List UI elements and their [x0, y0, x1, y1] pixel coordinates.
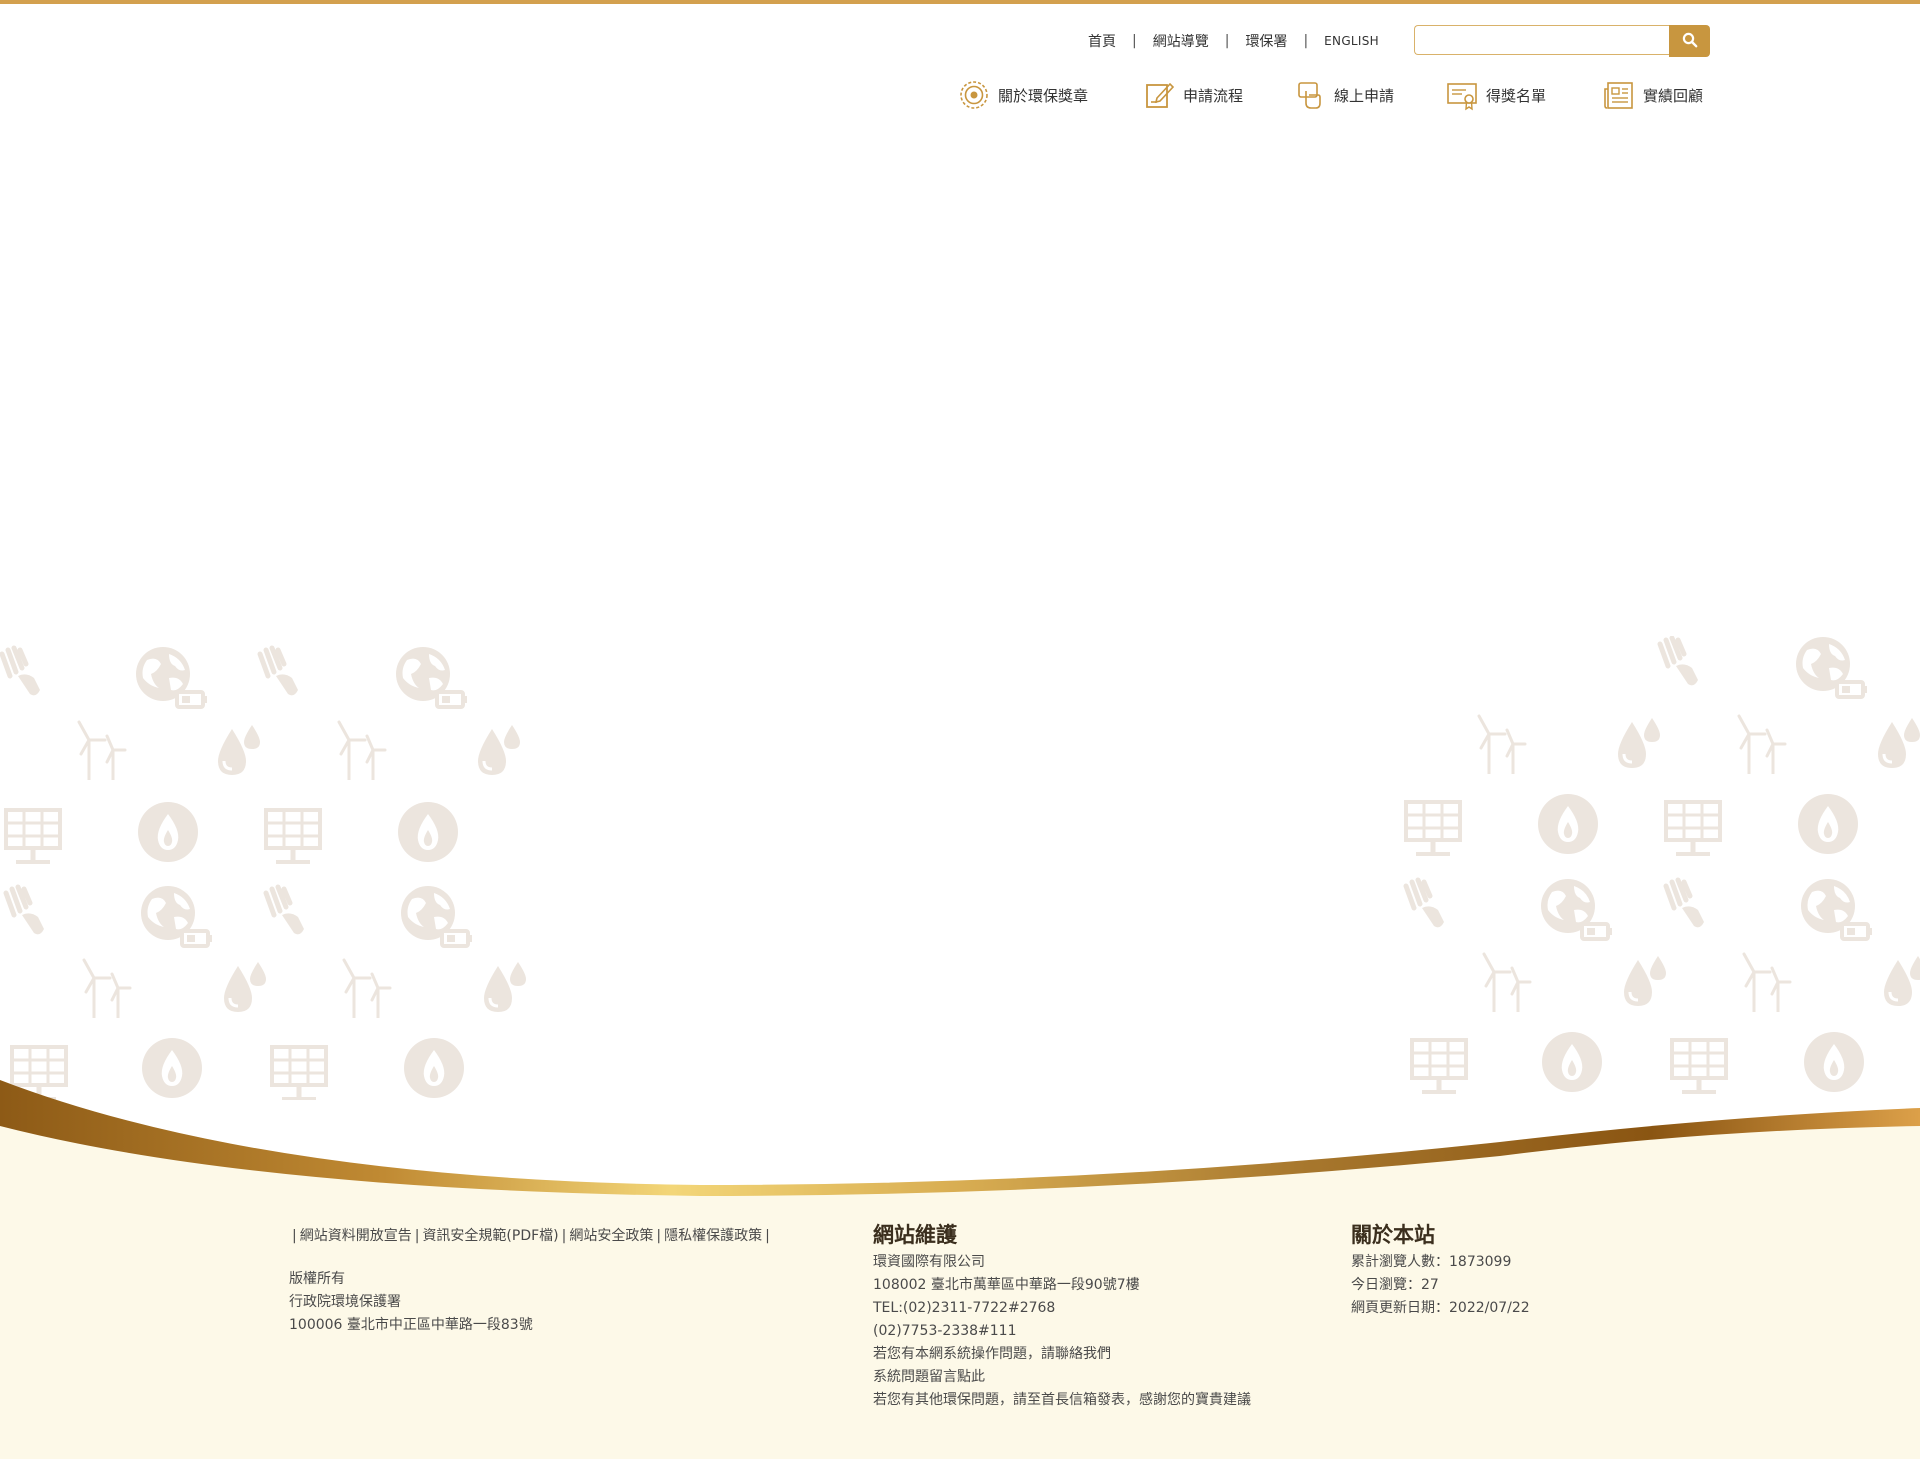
about-title: 關於本站 — [1351, 1223, 1435, 1247]
hand-touch-icon — [1294, 79, 1326, 111]
sitemap-link[interactable]: 網站導覽 — [1153, 31, 1209, 51]
contact-note: 若您有本網系統操作問題，請聯絡我們 — [873, 1346, 1111, 1362]
home-link[interactable]: 首頁 — [1088, 31, 1116, 51]
footer-policies: | 網站資料開放宣告 | 資訊安全規範(PDF檔) | 網站安全政策 | 隱私權保護政策 | 版… — [289, 1225, 809, 1337]
nav-label: 得獎名單 — [1486, 86, 1547, 105]
policy-links: | 網站資料開放宣告 | 資訊安全規範(PDF檔) | 網站安全政策 | 隱私權保護政策 | — [289, 1225, 809, 1248]
search-icon — [1682, 32, 1698, 51]
maintenance-address: 108002 臺北市萬華區中華路一段90號7樓 — [873, 1277, 1140, 1293]
utility-links: 首頁 | 網站導覽 | 環保署 | ENGLISH — [1088, 30, 1379, 52]
maintenance-title: 網站維護 — [873, 1223, 957, 1247]
maintenance-tel-2: (02)7753-2338#111 — [873, 1323, 1017, 1339]
gold-wave-divider — [0, 1060, 1920, 1200]
nav-label: 實績回顧 — [1643, 86, 1704, 105]
edit-document-icon — [1143, 79, 1175, 111]
nav-label: 線上申請 — [1334, 86, 1395, 105]
search-input[interactable] — [1414, 25, 1670, 55]
copyright-label: 版權所有 — [289, 1271, 345, 1287]
eco-pattern-left — [0, 640, 560, 1100]
divider: | — [1224, 33, 1230, 49]
divider: | — [1303, 33, 1309, 49]
open-data-link[interactable]: 網站資料開放宣告 — [300, 1228, 412, 1244]
nav-label: 關於環保獎章 — [998, 86, 1089, 105]
nav-winners-list[interactable]: 得獎名單 — [1446, 78, 1546, 112]
divider: | — [656, 1228, 662, 1244]
maintenance-company: 環資國際有限公司 — [873, 1254, 985, 1270]
certificate-icon — [1446, 79, 1478, 111]
footer-maintenance: 網站維護 環資國際有限公司 108002 臺北市萬華區中華路一段90號7樓 TE… — [873, 1221, 1313, 1412]
divider: | — [414, 1228, 420, 1244]
top-accent-bar — [0, 0, 1920, 4]
last-updated: 網頁更新日期：2022/07/22 — [1351, 1300, 1530, 1316]
divider: | — [1132, 33, 1137, 49]
privacy-policy-link[interactable]: 隱私權保護政策 — [664, 1228, 762, 1244]
medal-icon — [958, 79, 990, 111]
agency-address: 100006 臺北市中正區中華路一段83號 — [289, 1317, 533, 1333]
infosec-rules-link[interactable]: 資訊安全規範(PDF檔) — [422, 1228, 558, 1244]
mailbox-note: 若您有其他環保問題，請至首長信箱發表，感謝您的寶貴建議 — [873, 1392, 1251, 1408]
maintenance-tel: TEL:(02)2311-7722#2768 — [873, 1300, 1056, 1316]
epa-link[interactable]: 環保署 — [1245, 31, 1287, 51]
search-button[interactable] — [1669, 25, 1710, 57]
divider: | — [292, 1228, 297, 1244]
nav-application-process[interactable]: 申請流程 — [1143, 78, 1243, 112]
nav-about-award[interactable]: 關於環保獎章 — [958, 78, 1088, 112]
message-link[interactable]: 系統問題留言點此 — [873, 1366, 1313, 1389]
total-visitors: 累計瀏覽人數：1873099 — [1351, 1254, 1512, 1270]
nav-online-application[interactable]: 線上申請 — [1294, 78, 1394, 112]
eco-pattern-right — [1400, 636, 1920, 1096]
footer-about: 關於本站 累計瀏覽人數：1873099 今日瀏覽：27 網頁更新日期：2022/… — [1351, 1221, 1651, 1320]
divider: | — [765, 1228, 770, 1244]
nav-achievements-review[interactable]: 實績回顧 — [1603, 78, 1703, 112]
english-link[interactable]: ENGLISH — [1324, 34, 1379, 48]
divider: | — [561, 1228, 567, 1244]
search-box — [1414, 25, 1710, 57]
newspaper-icon — [1603, 79, 1635, 111]
nav-label: 申請流程 — [1183, 86, 1244, 105]
main-nav: 關於環保獎章 申請流程 線上申請 得獎名單 實績回顧 — [0, 78, 1920, 112]
today-visits: 今日瀏覽：27 — [1351, 1277, 1439, 1293]
agency-name: 行政院環境保護署 — [289, 1294, 401, 1310]
site-security-link[interactable]: 網站安全政策 — [569, 1228, 653, 1244]
